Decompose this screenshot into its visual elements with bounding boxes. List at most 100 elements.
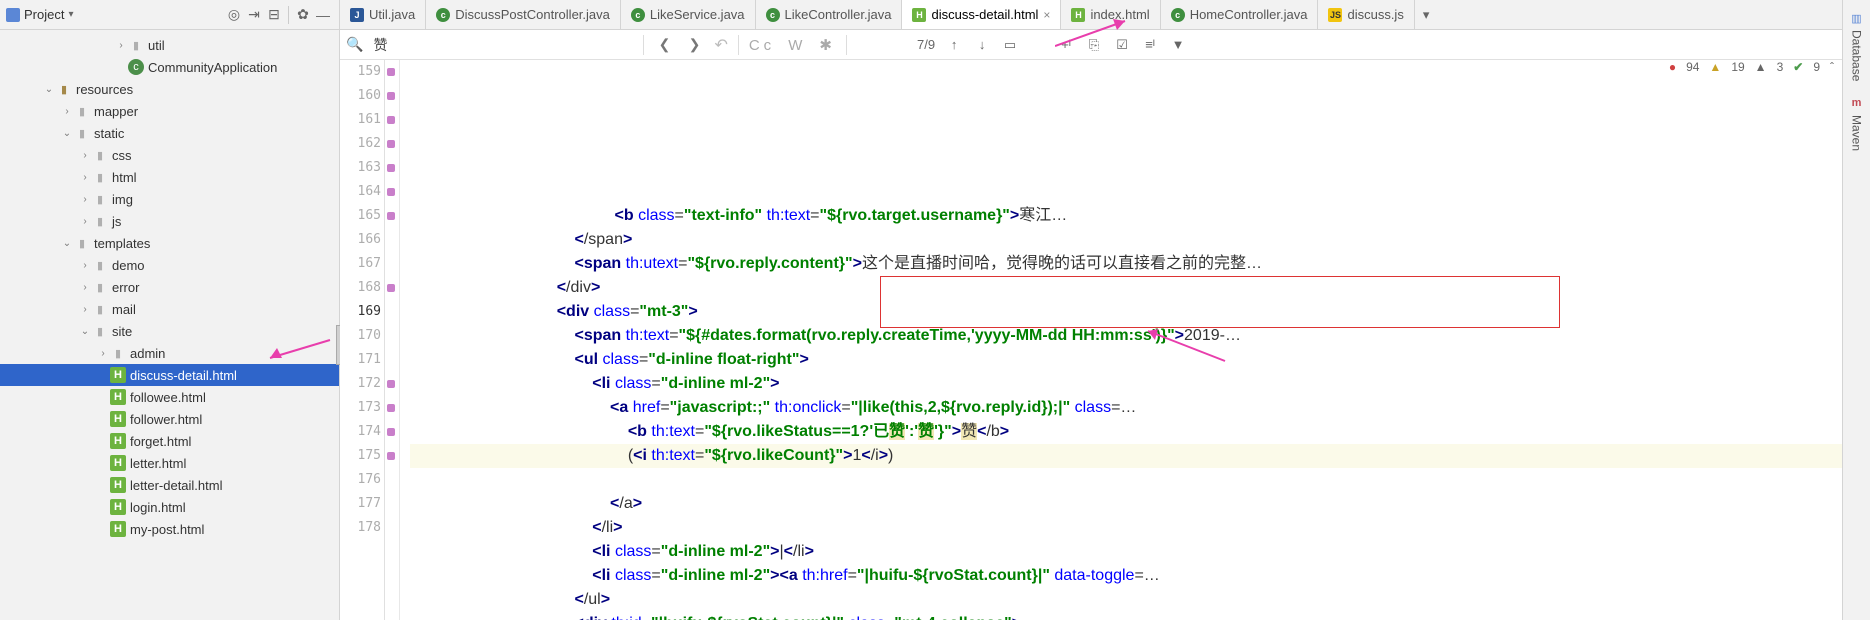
tree-item[interactable]: Hletter.html bbox=[0, 452, 339, 474]
editor-tab[interactable]: Hdiscuss-detail.html× bbox=[902, 0, 1061, 30]
tree-item[interactable]: ⌄▮resources bbox=[0, 78, 339, 100]
tree-item[interactable]: ›▮demo bbox=[0, 254, 339, 276]
tree-item[interactable]: Hfollower.html bbox=[0, 408, 339, 430]
html-icon: H bbox=[110, 433, 126, 449]
code-editor[interactable]: <b class="text-info" th:text="${rvo.targ… bbox=[400, 60, 1856, 620]
collapse-all-icon[interactable]: ⊟ bbox=[264, 6, 284, 23]
tree-item[interactable]: ›▮js bbox=[0, 210, 339, 232]
folder-icon: ▮ bbox=[92, 257, 108, 273]
filter-settings-icon[interactable]: ≡ᴵ bbox=[1141, 37, 1159, 52]
tree-label: mapper bbox=[94, 104, 138, 119]
editor-tab[interactable]: cLikeService.java bbox=[621, 0, 756, 30]
nav-next-icon[interactable]: ❯ bbox=[684, 36, 704, 53]
tree-label: follower.html bbox=[130, 412, 202, 427]
database-tool[interactable]: ▥Database bbox=[1849, 10, 1865, 81]
filter-icon[interactable]: ▼ bbox=[1169, 37, 1187, 52]
project-selector[interactable]: Project ▾ bbox=[6, 7, 74, 22]
project-tree[interactable]: ›▮utilcCommunityApplication⌄▮resources›▮… bbox=[0, 30, 339, 620]
editor-tab[interactable]: cLikeController.java bbox=[756, 0, 903, 30]
pass-count: 9 bbox=[1813, 60, 1820, 74]
folder-icon: ▮ bbox=[74, 235, 90, 251]
folder-res-icon: ▮ bbox=[56, 81, 72, 97]
js-file-icon: JS bbox=[1328, 8, 1342, 22]
search-input[interactable] bbox=[373, 37, 633, 53]
tree-label: demo bbox=[112, 258, 145, 273]
history-icon[interactable]: ↶ bbox=[714, 35, 727, 55]
tree-item[interactable]: c CommunityApplication bbox=[0, 56, 339, 78]
editor-tab[interactable]: cDiscussPostController.java bbox=[426, 0, 621, 30]
annotation-box bbox=[880, 276, 1560, 328]
html-icon: H bbox=[110, 477, 126, 493]
tree-item[interactable]: ⌄▮templates bbox=[0, 232, 339, 254]
cls-file-icon: c bbox=[766, 8, 780, 22]
tree-label: mail bbox=[112, 302, 136, 317]
tree-item[interactable]: ›▮html bbox=[0, 166, 339, 188]
html-icon: H bbox=[110, 521, 126, 537]
folder-icon: ▮ bbox=[74, 125, 90, 141]
project-title: Project bbox=[24, 7, 64, 22]
folder-icon: ▮ bbox=[92, 279, 108, 295]
editor-tab[interactable]: cHomeController.java bbox=[1161, 0, 1319, 30]
tree-label: letter-detail.html bbox=[130, 478, 222, 493]
annotation-arrow-tab bbox=[1055, 18, 1135, 48]
annotation-arrow bbox=[1140, 326, 1230, 366]
annotation-arrow-tree bbox=[265, 338, 335, 362]
tree-label: html bbox=[112, 170, 137, 185]
folder-icon: ▮ bbox=[92, 169, 108, 185]
tree-item[interactable]: Hlogin.html bbox=[0, 496, 339, 518]
search-icon: 🔍 bbox=[346, 36, 363, 53]
tree-label: css bbox=[112, 148, 132, 163]
match-count: 7/9 bbox=[917, 37, 935, 52]
tree-item[interactable]: Hdiscuss-detail.html bbox=[0, 364, 339, 386]
tree-label: img bbox=[112, 192, 133, 207]
close-tab-icon[interactable]: × bbox=[1043, 8, 1050, 22]
folder-icon: ▮ bbox=[92, 213, 108, 229]
html-icon: H bbox=[110, 411, 126, 427]
tree-item[interactable]: Hfollowee.html bbox=[0, 386, 339, 408]
editor-tab[interactable]: JSdiscuss.js bbox=[1318, 0, 1414, 30]
tree-label: login.html bbox=[130, 500, 186, 515]
tree-label: letter.html bbox=[130, 456, 186, 471]
nav-prev-icon[interactable]: ❮ bbox=[654, 36, 674, 53]
next-match-icon[interactable]: ↓ bbox=[973, 37, 991, 52]
prev-match-icon[interactable]: ↑ bbox=[945, 37, 963, 52]
inspection-status[interactable]: ●94 ▲19 ▲3 ✔9 ˆˇ bbox=[1669, 60, 1848, 74]
select-opened-icon[interactable]: ◎ bbox=[224, 6, 244, 23]
tree-item[interactable]: Hforget.html bbox=[0, 430, 339, 452]
class-icon: c bbox=[128, 59, 144, 75]
hide-icon[interactable]: — bbox=[313, 7, 333, 23]
tree-label: my-post.html bbox=[130, 522, 204, 537]
folder-icon: ▮ bbox=[110, 345, 126, 361]
tree-item[interactable]: ⌄▮static bbox=[0, 122, 339, 144]
html-file-icon: H bbox=[912, 8, 926, 22]
tree-label: static bbox=[94, 126, 124, 141]
tree-item[interactable]: Hmy-post.html bbox=[0, 518, 339, 540]
tree-item[interactable]: ›▮mail bbox=[0, 298, 339, 320]
maven-tool[interactable]: mMaven bbox=[1849, 95, 1865, 151]
expand-all-icon[interactable]: ⇥ bbox=[244, 6, 264, 23]
tree-item[interactable]: ›▮error bbox=[0, 276, 339, 298]
tree-label: error bbox=[112, 280, 139, 295]
cls-file-icon: c bbox=[1171, 8, 1185, 22]
html-icon: H bbox=[110, 389, 126, 405]
select-all-icon[interactable]: ▭ bbox=[1001, 37, 1019, 53]
tree-item[interactable]: Hletter-detail.html bbox=[0, 474, 339, 496]
tree-label: site bbox=[112, 324, 132, 339]
html-icon: H bbox=[110, 499, 126, 515]
tree-item[interactable]: ›▮mapper bbox=[0, 100, 339, 122]
tree-label: util bbox=[148, 38, 165, 53]
tree-item[interactable]: ›▮css bbox=[0, 144, 339, 166]
tabs-dropdown-icon[interactable]: ▾ bbox=[1415, 7, 1438, 23]
weak-warning-count: 3 bbox=[1777, 60, 1784, 74]
right-tool-rail: ▥Database mMaven bbox=[1842, 0, 1870, 620]
tree-label: CommunityApplication bbox=[148, 60, 277, 75]
line-gutter[interactable]: 1591601611621631641651661671681691701711… bbox=[340, 60, 400, 620]
tree-item[interactable]: ›▮util bbox=[0, 34, 339, 56]
project-sidebar: Project ▾ ◎ ⇥ ⊟ ✿ — ›▮util c CommunityAppl… bbox=[0, 0, 340, 620]
match-case-toggle[interactable]: Cc W ✱ bbox=[749, 36, 836, 54]
editor-tab[interactable]: JUtil.java bbox=[340, 0, 426, 30]
tree-item[interactable]: ›▮img bbox=[0, 188, 339, 210]
warning-count: 19 bbox=[1731, 60, 1744, 74]
settings-icon[interactable]: ✿ bbox=[293, 6, 313, 23]
tree-label: forget.html bbox=[130, 434, 191, 449]
